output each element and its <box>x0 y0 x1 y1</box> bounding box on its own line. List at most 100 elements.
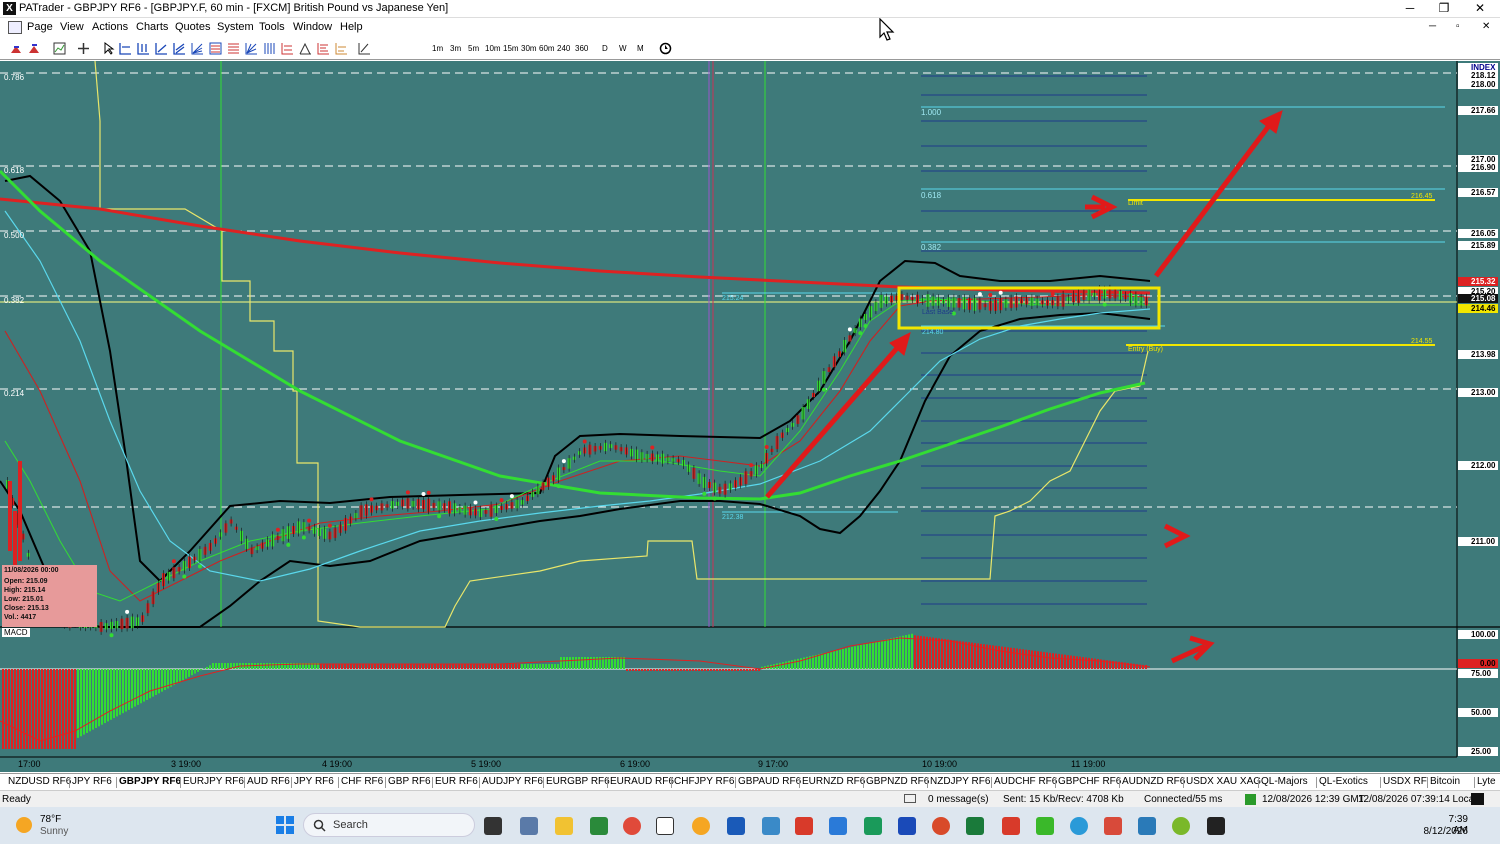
menu-page[interactable]: Page <box>27 21 53 33</box>
excel-icon[interactable] <box>966 817 984 835</box>
symbol-tab[interactable]: EURNZD RF6 <box>802 776 865 787</box>
symbol-tab[interactable]: AUDJPY RF6 <box>482 776 543 787</box>
timeframe-15m[interactable]: 15m <box>503 44 519 53</box>
restore-button[interactable]: ❐ <box>1434 1 1454 15</box>
price-chart[interactable]: INDEX 218.12 218.00 217.66 217.00 216.90 216.5… <box>0 61 1500 772</box>
symbol-tab[interactable]: EURAUD RF6 <box>610 776 674 787</box>
cursor-icon[interactable] <box>102 42 115 55</box>
inner-restore-button[interactable]: ▫ <box>1456 21 1460 32</box>
symbol-tab[interactable]: EUR RF6 <box>435 776 478 787</box>
word-icon[interactable] <box>898 817 916 835</box>
symbol-tab[interactable]: GBPJPY RF6 <box>119 776 182 787</box>
menu-quotes[interactable]: Quotes <box>175 21 210 33</box>
monitor-icon[interactable] <box>762 817 780 835</box>
minimize-button[interactable]: ─ <box>1400 1 1420 15</box>
gann-icon[interactable] <box>245 42 258 55</box>
menu-system[interactable]: System <box>217 21 254 33</box>
timeframe-5m[interactable]: 5m <box>468 44 479 53</box>
timeframe-weekly[interactable]: W <box>619 44 627 53</box>
pencil-icon[interactable] <box>358 42 371 55</box>
symbol-tab[interactable]: GBPNZD RF6 <box>866 776 929 787</box>
mail-icon[interactable] <box>904 794 916 803</box>
zoom-out-icon[interactable] <box>28 42 41 55</box>
chart-canvas[interactable] <box>0 61 1500 772</box>
regression-icon[interactable] <box>317 42 330 55</box>
text-tool-icon[interactable] <box>335 42 348 55</box>
timeframe-3m[interactable]: 3m <box>450 44 461 53</box>
store-icon[interactable] <box>590 817 608 835</box>
symbol-tab[interactable]: CHFJPY RF6 <box>674 776 734 787</box>
symbol-tab[interactable]: QL-Majors <box>1261 776 1308 787</box>
telegram-icon[interactable] <box>1070 817 1088 835</box>
channel-icon[interactable] <box>173 42 186 55</box>
page-icon[interactable] <box>8 21 22 34</box>
symbol-tab[interactable]: GBPCHF RF6 <box>1058 776 1121 787</box>
symbol-tab[interactable]: AUD RF6 <box>247 776 290 787</box>
resize-grip-icon[interactable] <box>1471 793 1484 805</box>
app-red-icon[interactable] <box>1104 817 1122 835</box>
horizontal-line-icon[interactable] <box>119 42 132 55</box>
clock-icon[interactable] <box>659 42 672 55</box>
patrader-icon[interactable] <box>656 817 674 835</box>
notepad-icon[interactable] <box>727 817 745 835</box>
close-button[interactable]: ✕ <box>1470 1 1490 15</box>
timeframe-360[interactable]: 360 <box>575 44 588 53</box>
trend-line-icon[interactable] <box>155 42 168 55</box>
symbol-tab[interactable]: EURGBP RF6 <box>546 776 610 787</box>
vertical-line-icon[interactable] <box>137 42 150 55</box>
timeframe-240[interactable]: 240 <box>557 44 570 53</box>
symbol-tab[interactable]: Lyte <box>1477 776 1496 787</box>
symbol-tab[interactable]: EURJPY RF6 <box>183 776 244 787</box>
symbol-tab[interactable]: QL-Exotics <box>1319 776 1368 787</box>
menu-charts[interactable]: Charts <box>136 21 168 33</box>
andrews-pitchfork-icon[interactable] <box>299 42 312 55</box>
fib-extension-icon[interactable] <box>227 42 240 55</box>
file-explorer-icon[interactable] <box>555 817 573 835</box>
menu-view[interactable]: View <box>60 21 84 33</box>
fib-retracement-icon[interactable] <box>209 42 222 55</box>
symbol-tab[interactable]: NZDUSD RF6 <box>8 776 71 787</box>
timeframe-1m[interactable]: 1m <box>432 44 443 53</box>
symbol-tab[interactable]: NZDJPY RF6 <box>930 776 990 787</box>
sun-icon[interactable] <box>16 817 32 833</box>
app-c-green-icon[interactable] <box>1036 817 1054 835</box>
weather-temp[interactable]: 78°F <box>40 814 61 825</box>
menu-actions[interactable]: Actions <box>92 21 128 33</box>
task-view-icon[interactable] <box>484 817 502 835</box>
symbol-tab[interactable]: USDX RF <box>1383 776 1427 787</box>
inner-close-button[interactable]: ✕ <box>1482 21 1490 32</box>
symbol-tab[interactable]: GBP RF6 <box>388 776 431 787</box>
timeframe-60m[interactable]: 60m <box>539 44 555 53</box>
app-black-icon[interactable] <box>1207 817 1225 835</box>
timeframe-10m[interactable]: 10m <box>485 44 501 53</box>
menu-help[interactable]: Help <box>340 21 363 33</box>
app-s-blue-icon[interactable] <box>829 817 847 835</box>
inner-minimize-button[interactable]: ─ <box>1429 21 1436 32</box>
speed-lines-icon[interactable] <box>281 42 294 55</box>
weather-desc[interactable]: Sunny <box>40 826 68 837</box>
timeframe-monthly[interactable]: M <box>637 44 644 53</box>
symbol-tab[interactable]: USDX XAU XAG <box>1186 776 1261 787</box>
symbol-tab[interactable]: AUDNZD RF6 <box>1122 776 1185 787</box>
app-c-red-icon[interactable] <box>1002 817 1020 835</box>
clock-date[interactable]: 8/12/2026 <box>1420 826 1469 837</box>
crosshair-icon[interactable] <box>77 42 90 55</box>
symbol-tab[interactable]: CHF RF6 <box>341 776 383 787</box>
powerpoint-icon[interactable] <box>932 817 950 835</box>
cycle-lines-icon[interactable] <box>263 42 276 55</box>
app-w-icon[interactable] <box>1172 817 1190 835</box>
menu-tools[interactable]: Tools <box>259 21 285 33</box>
chrome-icon[interactable] <box>623 817 641 835</box>
symbol-tab[interactable]: JPY RF6 <box>294 776 334 787</box>
status-messages[interactable]: 0 message(s) <box>928 794 989 805</box>
symbol-tab[interactable]: GBPAUD RF6 <box>738 776 801 787</box>
menu-window[interactable]: Window <box>293 21 332 33</box>
timeframe-daily[interactable]: D <box>602 44 608 53</box>
app-s-red-icon[interactable] <box>795 817 813 835</box>
calculator-icon[interactable] <box>520 817 538 835</box>
fib-fan-icon[interactable] <box>191 42 204 55</box>
start-icon[interactable] <box>276 816 294 834</box>
timeframe-30m[interactable]: 30m <box>521 44 537 53</box>
app-chart-icon[interactable] <box>864 817 882 835</box>
chart-type-icon[interactable] <box>53 42 66 55</box>
